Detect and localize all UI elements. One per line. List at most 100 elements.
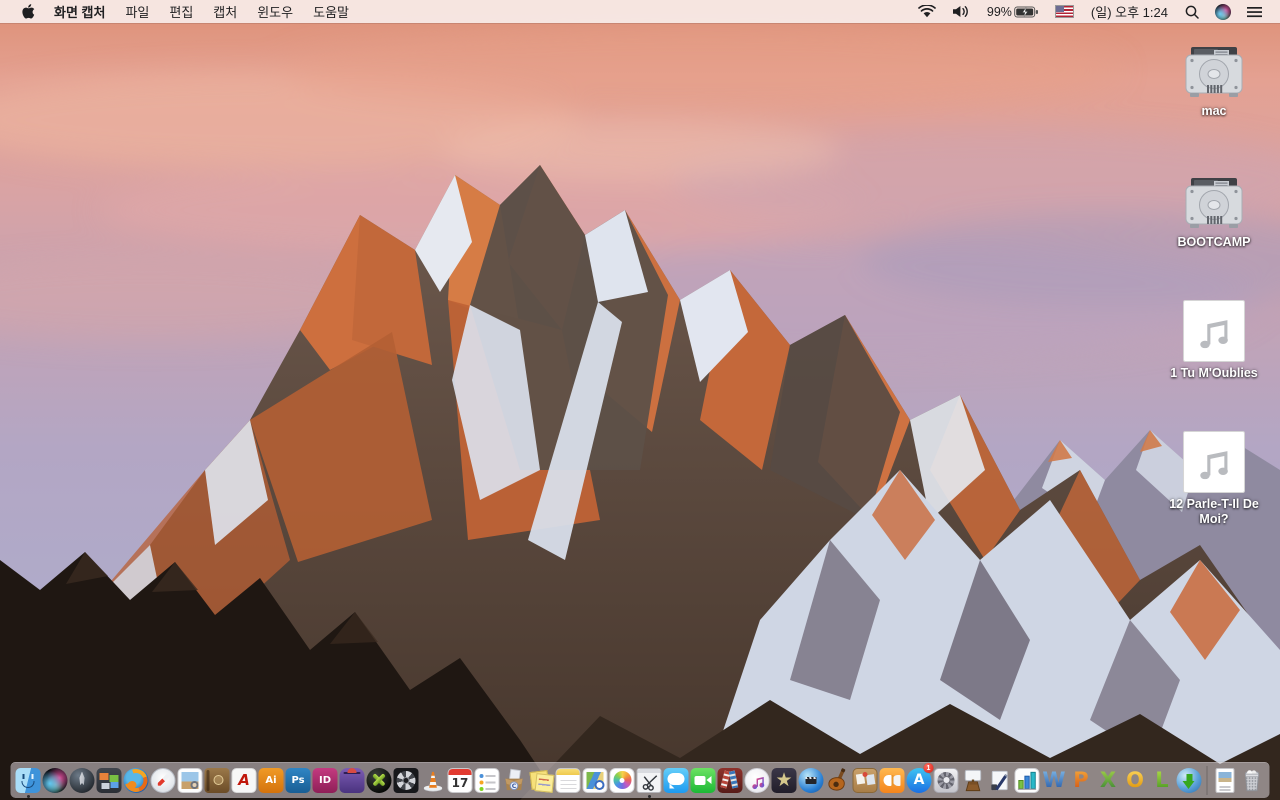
dock-item-firefox[interactable] [123, 762, 150, 798]
battery-menu[interactable]: 99% [979, 0, 1047, 23]
dock-item-mission-control[interactable] [96, 762, 123, 798]
notes-icon [555, 767, 581, 793]
dock-item-archive-box-app[interactable]: C [501, 762, 528, 798]
dock-item-outlook[interactable]: O [1122, 762, 1149, 798]
menu-bar-clock[interactable]: (일) 오후 1:24 [1082, 2, 1177, 21]
dock-item-map-guide-app[interactable] [582, 762, 609, 798]
svg-text:C: C [512, 783, 517, 790]
dock-item-acrobat-reader[interactable]: A [231, 762, 258, 798]
dock-item-photoshop[interactable]: Ps [285, 762, 312, 798]
volume-icon [952, 6, 968, 17]
desktop-icon-mac[interactable]: mac [1159, 36, 1269, 119]
system-preferences-gear-icon [933, 767, 959, 793]
menu-item-4[interactable]: 윈도우 [247, 2, 303, 21]
dock-item-reminders[interactable] [474, 762, 501, 798]
dock-item-excel[interactable]: X [1095, 762, 1122, 798]
dock-divider [1206, 765, 1208, 795]
powerpoint-icon: P [1069, 768, 1094, 793]
photoshop-icon: Ps [285, 767, 311, 793]
icon-text: 17 [451, 775, 469, 790]
dock-item-notes[interactable] [555, 762, 582, 798]
input-source-menu[interactable] [1047, 0, 1082, 23]
dock-item-preview[interactable] [177, 762, 204, 798]
dock-item-ibooks[interactable] [879, 762, 906, 798]
desktop-icons: mac BOOTCAMP 1 Tu M'Oublies 12 Parle-T-I… [1159, 36, 1269, 575]
dock-item-trash[interactable] [1239, 762, 1266, 798]
dock-item-stickies[interactable] [528, 762, 555, 798]
desktop-icon-1-tu-m-oublies[interactable]: 1 Tu M'Oublies [1159, 298, 1269, 381]
dock-item-vlc[interactable] [420, 762, 447, 798]
dock-item-app-store[interactable]: A1 [906, 762, 934, 798]
dock-item-safari[interactable] [150, 762, 177, 798]
running-indicator [647, 795, 651, 798]
dock-item-word[interactable]: W [1041, 762, 1068, 798]
dock-item-launchpad[interactable] [69, 762, 96, 798]
dock-item-itunes[interactable] [744, 762, 771, 798]
dock-item-disk-tool[interactable] [393, 762, 420, 798]
siri-menu[interactable] [1207, 0, 1239, 23]
siri-app-icon [42, 767, 68, 793]
garageband-guitar-icon [826, 767, 851, 793]
dock-item-imovie[interactable]: ★ [771, 762, 798, 798]
firefox-icon [123, 767, 149, 793]
dock-item-x-orb-app[interactable] [366, 762, 393, 798]
desktop-icon-label: 1 Tu M'Oublies [1170, 366, 1258, 380]
grab-scissors-icon [636, 767, 662, 793]
menu-item-5[interactable]: 도움말 [303, 2, 359, 21]
dock-item-finder[interactable] [15, 762, 42, 798]
icon-text: Ai [265, 774, 277, 786]
dock-item-image-file[interactable] [1212, 762, 1239, 798]
dock-item-keynote[interactable] [960, 762, 987, 798]
acrobat-reader-icon: A [231, 767, 257, 793]
photos-pinwheel-icon [609, 767, 635, 793]
dock-item-calendar[interactable]: 17 [447, 762, 474, 798]
dock-item-garageband[interactable] [825, 762, 852, 798]
spotlight-menu[interactable] [1177, 0, 1207, 23]
desktop-icon-label: 12 Parle-T-Il De Moi? [1169, 497, 1259, 526]
menu-item-2[interactable]: 편집 [159, 2, 203, 21]
imovie-star-icon: ★ [771, 767, 797, 793]
address-book-icon [204, 767, 230, 793]
facetime-camera-icon [690, 767, 716, 793]
audio-file-icon [1183, 300, 1245, 362]
globe-download-icon [1176, 767, 1202, 793]
running-indicator [26, 795, 30, 798]
desktop-icon-label: mac [1201, 104, 1227, 118]
lync-icon: L [1150, 768, 1175, 793]
volume-menu[interactable] [944, 0, 979, 23]
dock-item-grab[interactable] [636, 762, 663, 798]
wifi-icon [918, 5, 936, 18]
dock-item-numbers[interactable] [1014, 762, 1041, 798]
siri-icon [1215, 3, 1231, 20]
dock-item-messages[interactable] [663, 762, 690, 798]
dock-item-idvd[interactable] [798, 762, 825, 798]
dock-item-address-book[interactable] [204, 762, 231, 798]
dock-item-illustrator[interactable]: Ai [258, 762, 285, 798]
notification-center-menu[interactable] [1239, 0, 1270, 23]
menu-item-3[interactable]: 캡처 [203, 2, 247, 21]
desktop-icon-bootcamp[interactable]: BOOTCAMP [1159, 167, 1269, 250]
dock-item-powerpoint[interactable]: P [1068, 762, 1095, 798]
map-guide-icon [582, 767, 608, 793]
dock-item-corkboard-app[interactable] [852, 762, 879, 798]
apple-icon [22, 4, 35, 19]
dock-item-system-preferences[interactable] [933, 762, 960, 798]
dock-item-lync[interactable]: L [1149, 762, 1176, 798]
active-app-menu[interactable]: 화면 캡처 [44, 2, 115, 21]
reminders-icon [474, 767, 500, 793]
dock-item-pages[interactable] [987, 762, 1014, 798]
wifi-menu[interactable] [910, 0, 944, 23]
dock-item-photo-booth[interactable] [717, 762, 744, 798]
us-flag-icon [1054, 5, 1074, 18]
dock-item-facetime[interactable] [690, 762, 717, 798]
dock-item-globe-download[interactable] [1176, 762, 1203, 798]
menu-item-1[interactable]: 파일 [115, 2, 159, 21]
dock-item-siri[interactable] [42, 762, 69, 798]
calendar-icon: 17 [447, 767, 473, 793]
apple-menu[interactable] [12, 0, 44, 23]
dock-item-toast[interactable] [339, 762, 366, 798]
dock-item-indesign[interactable]: ID [312, 762, 339, 798]
dock-item-photos[interactable] [609, 762, 636, 798]
desktop-icon-12-parle-t-il-de-moi-[interactable]: 12 Parle-T-Il De Moi? [1159, 429, 1269, 527]
icon-text: A [238, 771, 250, 789]
